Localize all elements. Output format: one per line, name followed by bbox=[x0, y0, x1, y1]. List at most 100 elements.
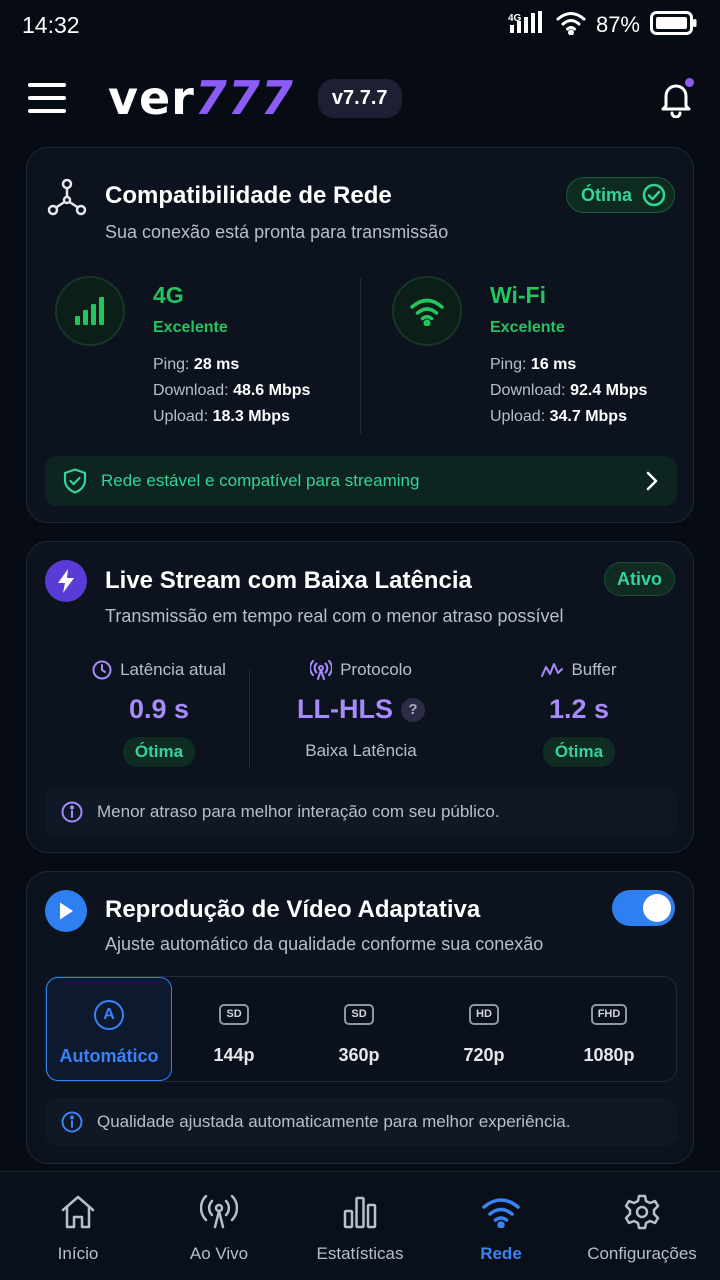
home-icon bbox=[60, 1194, 96, 1230]
network-status-badge: Ótima bbox=[565, 177, 675, 213]
buffer-wave-icon bbox=[541, 661, 564, 679]
live-info-text: Menor atraso para melhor interação com s… bbox=[97, 802, 500, 821]
nav-item-configuracoes[interactable]: Configurações bbox=[570, 1172, 714, 1280]
network-wifi-ping: Ping: 16 ms bbox=[490, 356, 577, 373]
live-card-title: Live Stream com Baixa Latência bbox=[105, 567, 472, 594]
protocol-value: LL-HLS bbox=[297, 694, 393, 724]
network-4g-ping: Ping: 28 ms bbox=[153, 356, 240, 373]
logo-prefix: ver bbox=[108, 71, 195, 125]
play-icon bbox=[45, 890, 87, 932]
buffer-value: 1.2 s bbox=[548, 694, 610, 724]
battery-icon bbox=[650, 10, 698, 41]
latency-metric: Latência atual 0.9 s Ótima bbox=[59, 660, 259, 767]
protocol-label: Protocolo bbox=[340, 660, 412, 679]
latency-badge: Ótima bbox=[122, 737, 196, 767]
network-4g-upload: Upload: 18.3 Mbps bbox=[153, 408, 290, 425]
video-info-box: Qualidade ajustada automaticamente para … bbox=[45, 1098, 677, 1146]
nav-label-inicio: Início bbox=[57, 1244, 99, 1263]
status-bar: 14:32 4G 87% bbox=[0, 0, 720, 50]
buffer-metric: Buffer 1.2 s Ótima bbox=[479, 660, 679, 767]
broadcast-icon bbox=[200, 1194, 238, 1230]
broadcast-tower-icon bbox=[310, 660, 333, 680]
quality-option-label: 720p bbox=[463, 1045, 505, 1065]
network-card-title: Compatibilidade de Rede bbox=[105, 182, 392, 209]
adaptive-video-card: Reprodução de Vídeo Adaptativa Ajuste au… bbox=[26, 871, 694, 1164]
quality-option-label: 360p bbox=[338, 1045, 380, 1065]
network-compatibility-card: Compatibilidade de Rede Sua conexão está… bbox=[26, 147, 694, 523]
network-wifi-panel: Wi-Fi Excelente Ping: 16 ms Download: 92… bbox=[392, 276, 692, 436]
menu-icon[interactable] bbox=[28, 83, 66, 113]
status-icons: 4G 87% bbox=[508, 10, 698, 41]
adaptive-toggle[interactable] bbox=[612, 890, 675, 926]
buffer-label: Buffer bbox=[571, 660, 617, 679]
app-header: ver777 v7.7.7 bbox=[0, 68, 720, 128]
clock-icon bbox=[92, 660, 112, 680]
quality-option-360p[interactable]: SD 360p bbox=[296, 977, 422, 1081]
cellular-signal-icon: 4G bbox=[508, 10, 546, 40]
network-wifi-name: Wi-Fi bbox=[490, 282, 546, 308]
network-4g-panel: 4G Excelente Ping: 28 ms Download: 48.6 … bbox=[55, 276, 355, 436]
quality-option-144p[interactable]: SD 144p bbox=[171, 977, 297, 1081]
network-4g-download: Download: 48.6 Mbps bbox=[153, 382, 311, 399]
info-icon bbox=[61, 1111, 83, 1133]
network-nodes-icon bbox=[47, 178, 87, 223]
info-icon bbox=[61, 801, 83, 823]
quality-selector: A Automático SD 144p SD 360p HD 720p FHD… bbox=[45, 976, 677, 1082]
check-circle-icon bbox=[642, 183, 666, 207]
quality-option-label: Automático bbox=[59, 1046, 159, 1066]
nav-label-ao-vivo: Ao Vivo bbox=[189, 1244, 249, 1263]
protocol-value-row: LL-HLS ? bbox=[261, 694, 461, 725]
network-card-subtitle: Sua conexão está pronta para transmissão bbox=[105, 222, 449, 242]
quality-option-1080p[interactable]: FHD 1080p bbox=[546, 977, 672, 1081]
chevron-right-icon bbox=[645, 471, 659, 491]
app-logo: ver777 bbox=[108, 75, 294, 121]
nav-item-rede[interactable]: Rede bbox=[429, 1172, 573, 1280]
status-time: 14:32 bbox=[22, 11, 80, 38]
nav-label-estatisticas: Estatísticas bbox=[316, 1244, 404, 1263]
bottom-navigation: Início Ao Vivo Estatísticas Rede Configu… bbox=[0, 1171, 720, 1280]
cellular-bars-icon bbox=[55, 276, 125, 346]
metric-divider bbox=[249, 670, 250, 768]
buffer-badge: Ótima bbox=[542, 737, 616, 767]
lightning-icon bbox=[45, 560, 87, 602]
live-stream-card: Live Stream com Baixa Latência Transmiss… bbox=[26, 541, 694, 853]
version-badge: v7.7.7 bbox=[317, 78, 402, 118]
network-wifi-quality: Excelente bbox=[490, 319, 565, 336]
help-icon[interactable]: ? bbox=[400, 697, 425, 722]
network-status-label: Ótima bbox=[580, 184, 632, 205]
auto-quality-icon: A bbox=[94, 1000, 124, 1030]
network-stable-text: Rede estável e compatível para streaming bbox=[101, 471, 420, 490]
shield-check-icon bbox=[63, 468, 87, 494]
notification-dot bbox=[685, 78, 694, 87]
fhd-icon: FHD bbox=[590, 1003, 628, 1025]
sd-icon: SD bbox=[219, 1003, 249, 1025]
network-wifi-upload: Upload: 34.7 Mbps bbox=[490, 408, 627, 425]
network-stable-banner[interactable]: Rede estável e compatível para streaming bbox=[45, 456, 677, 506]
protocol-metric: Protocolo LL-HLS ? Baixa Latência bbox=[261, 660, 461, 761]
hd-icon: HD bbox=[469, 1003, 499, 1025]
quality-option-720p[interactable]: HD 720p bbox=[421, 977, 547, 1081]
live-info-box: Menor atraso para melhor interação com s… bbox=[45, 788, 677, 836]
quality-option-label: 144p bbox=[213, 1045, 255, 1065]
quality-option-auto[interactable]: A Automático bbox=[46, 977, 172, 1081]
nav-item-ao-vivo[interactable]: Ao Vivo bbox=[147, 1172, 291, 1280]
protocol-subtext: Baixa Latência bbox=[305, 741, 417, 760]
wifi-status-icon bbox=[556, 11, 586, 40]
network-wifi-download: Download: 92.4 Mbps bbox=[490, 382, 648, 399]
video-card-title: Reprodução de Vídeo Adaptativa bbox=[105, 896, 481, 923]
toggle-knob bbox=[643, 894, 671, 922]
gear-icon bbox=[624, 1194, 660, 1230]
sd-icon: SD bbox=[344, 1003, 374, 1025]
latency-label: Latência atual bbox=[120, 660, 226, 679]
wifi-icon bbox=[392, 276, 462, 346]
nav-item-inicio[interactable]: Início bbox=[6, 1172, 150, 1280]
notifications-button[interactable] bbox=[656, 78, 696, 119]
live-card-subtitle: Transmissão em tempo real com o menor at… bbox=[105, 606, 564, 626]
battery-percent: 87% bbox=[595, 12, 640, 37]
quality-option-label: 1080p bbox=[583, 1045, 635, 1065]
nav-item-estatisticas[interactable]: Estatísticas bbox=[288, 1172, 432, 1280]
live-status-badge: Ativo bbox=[604, 562, 675, 596]
nav-label-rede: Rede bbox=[480, 1244, 522, 1263]
video-card-subtitle: Ajuste automático da qualidade conforme … bbox=[105, 934, 544, 954]
latency-value: 0.9 s bbox=[128, 694, 190, 724]
